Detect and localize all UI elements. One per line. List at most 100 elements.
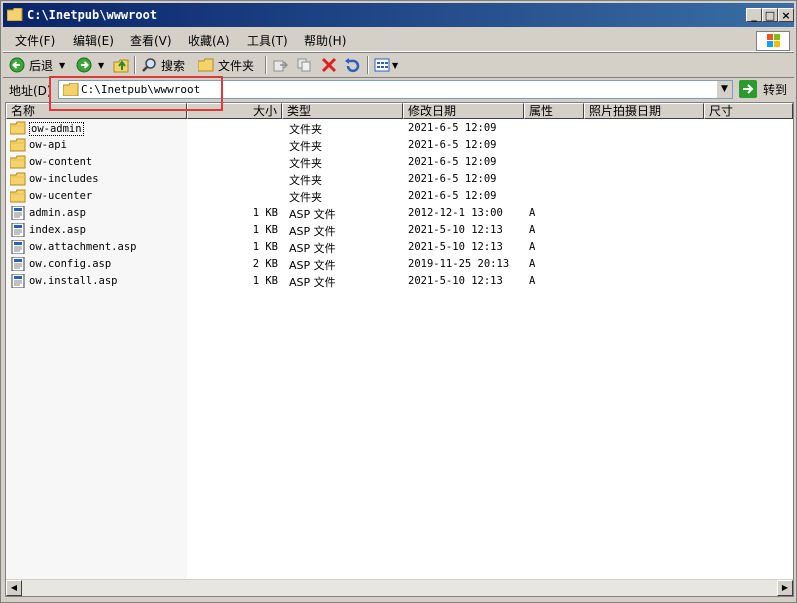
list-item[interactable]: ow-includes 文件夹 2021-6-5 12:09 [6, 171, 793, 188]
scroll-left-icon[interactable]: ◀ [6, 580, 22, 596]
address-bar: 地址(D) C:\Inetpub\wwwroot ▼ 转到 [3, 77, 794, 102]
back-label: 后退 [29, 58, 54, 73]
list-item[interactable]: index.asp 1 KB ASP 文件 2021-5-10 12:13 A [6, 222, 793, 239]
folders-label: 文件夹 [218, 58, 255, 73]
file-type: ASP 文件 [289, 242, 336, 255]
back-arrow-icon [9, 57, 25, 73]
folders-button[interactable]: 文件夹 [198, 56, 254, 74]
file-type: ASP 文件 [289, 259, 336, 272]
undo-button[interactable] [344, 56, 360, 74]
explorer-window: C:\Inetpub\wwwroot _ □ × 文件(F) 编辑(E) 查看(… [0, 0, 797, 603]
file-list[interactable]: 名称 大小 类型 修改日期 属性 照片拍摄日期 尺寸 ow-admin 文件夹 20… [5, 102, 794, 597]
minimize-button[interactable]: _ [746, 8, 762, 22]
file-attributes: A [529, 258, 536, 270]
file-size: 2 KB [252, 258, 278, 270]
list-item[interactable]: ow.install.asp 1 KB ASP 文件 2021-5-10 12:13 A [6, 273, 793, 290]
asp-file-icon [11, 223, 25, 237]
file-modified: 2019-11-25 20:13 [408, 258, 510, 270]
column-photo-date[interactable]: 照片拍摄日期 [584, 103, 704, 119]
horizontal-scrollbar[interactable]: ◀ ▶ [6, 579, 793, 596]
back-button[interactable]: 后退 ▼ [9, 56, 65, 74]
column-attributes[interactable]: 属性 [524, 103, 584, 119]
file-modified: 2021-6-5 12:09 [408, 122, 497, 134]
asp-file-icon [11, 206, 25, 220]
menu-favorites[interactable]: 收藏(A) [188, 32, 230, 49]
folder-icon [10, 189, 26, 203]
file-size: 1 KB [252, 241, 278, 253]
file-attributes: A [529, 207, 536, 219]
folders-icon [198, 58, 214, 72]
file-size: 1 KB [252, 275, 278, 287]
file-name: ow-ucenter [29, 190, 93, 202]
toolbar-separator [134, 56, 136, 74]
column-name[interactable]: 名称 [6, 103, 187, 119]
up-folder-button[interactable] [113, 56, 129, 74]
file-modified: 2021-6-5 12:09 [408, 173, 497, 185]
views-grid-icon [374, 58, 390, 72]
list-item[interactable]: ow-content 文件夹 2021-6-5 12:09 [6, 154, 793, 171]
search-button[interactable]: 搜索 [141, 56, 185, 74]
file-modified: 2021-5-10 12:13 [408, 224, 503, 236]
folder-icon [10, 121, 26, 135]
file-size: 1 KB [252, 207, 278, 219]
list-item[interactable]: ow.config.asp 2 KB ASP 文件 2019-11-25 20:13 A [6, 256, 793, 273]
file-modified: 2021-6-5 12:09 [408, 190, 497, 202]
maximize-button[interactable]: □ [762, 8, 778, 22]
list-item[interactable]: ow.attachment.asp 1 KB ASP 文件 2021-5-10 12:… [6, 239, 793, 256]
address-input[interactable]: C:\Inetpub\wwwroot ▼ [58, 80, 733, 99]
copy-to-icon [297, 58, 311, 72]
list-item[interactable]: ow-admin 文件夹 2021-6-5 12:09 [6, 120, 793, 137]
file-type: 文件夹 [289, 191, 322, 204]
menu-edit[interactable]: 编辑(E) [73, 32, 114, 49]
go-arrow-icon [739, 80, 757, 98]
address-value: C:\Inetpub\wwwroot [81, 83, 201, 96]
address-dropdown-icon[interactable]: ▼ [716, 81, 732, 98]
menu-file[interactable]: 文件(F) [15, 32, 55, 49]
file-type: 文件夹 [289, 174, 322, 187]
file-type: 文件夹 [289, 123, 322, 136]
up-folder-icon [113, 59, 129, 73]
close-button[interactable]: × [778, 8, 794, 22]
forward-button[interactable]: ▼ [76, 56, 104, 74]
file-type: ASP 文件 [289, 208, 336, 221]
menu-view[interactable]: 查看(V) [130, 32, 172, 49]
address-label: 地址(D) [9, 84, 52, 98]
file-attributes: A [529, 241, 536, 253]
list-item[interactable]: ow-api 文件夹 2021-6-5 12:09 [6, 137, 793, 154]
file-name: ow.config.asp [29, 258, 112, 270]
delete-button[interactable] [321, 56, 337, 74]
file-name: ow-includes [29, 173, 99, 185]
list-item[interactable]: admin.asp 1 KB ASP 文件 2012-12-1 13:00 A [6, 205, 793, 222]
file-name: index.asp [29, 224, 86, 236]
delete-x-icon [321, 57, 337, 73]
file-name: ow.install.asp [29, 275, 118, 287]
file-name: ow-admin [29, 122, 84, 136]
move-to-button[interactable] [272, 56, 288, 74]
file-name: ow-api [29, 139, 67, 151]
copy-to-button[interactable] [297, 56, 313, 74]
column-dimensions[interactable]: 尺寸 [704, 103, 793, 119]
go-button[interactable]: 转到 [739, 80, 787, 98]
list-item[interactable]: ow-ucenter 文件夹 2021-6-5 12:09 [6, 188, 793, 205]
search-icon [142, 58, 156, 72]
asp-file-icon [11, 274, 25, 288]
views-button[interactable]: ▼ [374, 56, 398, 74]
undo-icon [345, 58, 360, 73]
forward-dropdown-icon[interactable]: ▼ [98, 61, 104, 70]
move-to-icon [273, 60, 288, 72]
file-attributes: A [529, 224, 536, 236]
menu-help[interactable]: 帮助(H) [304, 32, 346, 49]
file-name: ow-content [29, 156, 93, 168]
column-modified[interactable]: 修改日期 [403, 103, 524, 119]
scroll-right-icon[interactable]: ▶ [777, 580, 793, 596]
file-name: ow.attachment.asp [29, 241, 137, 253]
back-dropdown-icon[interactable]: ▼ [59, 61, 65, 70]
column-size[interactable]: 大小 [187, 103, 282, 119]
folder-icon [10, 172, 26, 186]
file-type: 文件夹 [289, 157, 322, 170]
search-label: 搜索 [161, 58, 186, 73]
folder-icon [7, 8, 23, 21]
title-bar[interactable]: C:\Inetpub\wwwroot _ □ × [3, 3, 794, 27]
column-type[interactable]: 类型 [282, 103, 403, 119]
menu-tools[interactable]: 工具(T) [247, 32, 288, 49]
